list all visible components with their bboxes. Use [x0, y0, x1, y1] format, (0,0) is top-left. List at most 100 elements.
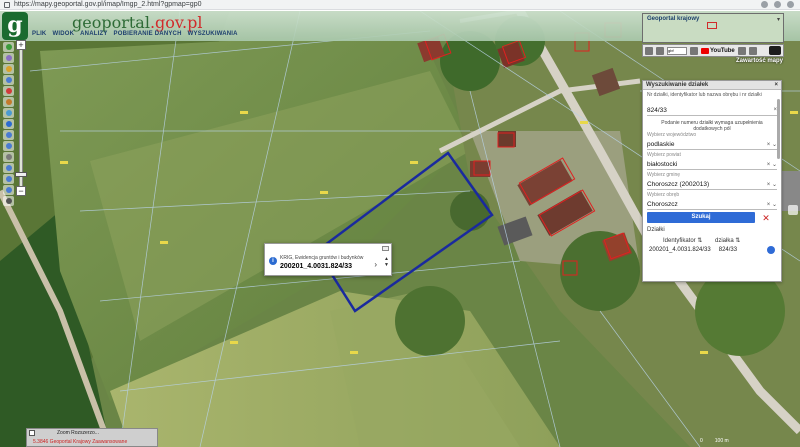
county-value: białostocki [647, 160, 678, 168]
layers-icon-glyph [5, 55, 12, 61]
zoom-in-icon-glyph [5, 132, 12, 138]
settings-icon[interactable] [737, 46, 746, 55]
url-text[interactable]: https://mapy.geoportal.gov.pl/imap/Imgp_… [14, 1, 202, 8]
zoom-in-icon[interactable] [3, 130, 14, 140]
zoom-to-result-icon[interactable] [767, 246, 775, 254]
search-button[interactable]: Szukaj [647, 212, 755, 223]
back-icon[interactable] [3, 163, 14, 173]
search-hint: Nr działki, identyfikator lub nazwa obrę… [647, 92, 762, 98]
menu-item-search[interactable]: WYSZUKIWANIA [188, 31, 238, 37]
legend-icon[interactable] [3, 64, 14, 74]
flag-icon-glyph [5, 88, 12, 94]
print-icon-glyph [5, 77, 12, 83]
zoom-slider[interactable] [19, 47, 23, 187]
zoom-out-button[interactable]: − [16, 186, 26, 196]
youtube-link[interactable]: YouTube [701, 47, 735, 54]
menu-item-download[interactable]: POBIERANIE DANYCH [114, 31, 182, 37]
commune-select[interactable]: Choroszcz (2002013) × ⌄ [647, 179, 777, 190]
plot-query-input[interactable]: 824/33 × [647, 105, 777, 116]
voivodeship-select[interactable]: podlaskie × ⌄ [647, 139, 777, 150]
plot-query-value: 824/33 [647, 106, 667, 114]
overview-minimap[interactable]: Geoportal krajowy ▾ [642, 13, 784, 43]
chevron-down-icon[interactable]: ▼ [384, 262, 389, 268]
select-controls-icon[interactable]: × ⌄ [767, 141, 777, 148]
forward-icon[interactable] [3, 174, 14, 184]
youtube-label: YouTube [710, 47, 735, 54]
select-controls-icon[interactable]: × ⌄ [767, 161, 777, 168]
precinct-select[interactable]: Choroszcz × ⌄ [647, 199, 777, 210]
clear-form-button[interactable]: ✕ [761, 213, 771, 223]
geoportal-logo-icon[interactable]: g [2, 12, 28, 40]
layers-icon[interactable] [3, 53, 14, 63]
result-row[interactable]: 200201_4.0031.824/33 824/33 [643, 246, 781, 254]
validation-message: Podanie numeru działki wymaga uzupełnien… [661, 120, 763, 132]
measure-icon-glyph [5, 110, 12, 116]
browser-address-bar[interactable]: https://mapy.geoportal.gov.pl/imap/Imgp_… [0, 0, 800, 10]
locate-icon[interactable] [3, 196, 14, 206]
col-plot[interactable]: działka ⇅ [715, 237, 740, 244]
print-icon[interactable] [3, 75, 14, 85]
info-icon[interactable] [3, 119, 14, 129]
flag-icon[interactable] [3, 86, 14, 96]
panel-title: Wyszukiwanie działek [646, 82, 709, 88]
sort-icon: ⇅ [735, 237, 741, 244]
status-line-2: 5.3846 Geoportal Krajowy Zaawansowane [33, 439, 128, 445]
results-header: Identyfikator ⇅ działka ⇅ [643, 234, 781, 246]
menu-item-view[interactable]: WIDOK [52, 31, 74, 37]
measure-icon[interactable] [3, 108, 14, 118]
draw-icon-glyph [5, 99, 12, 105]
share-icon[interactable] [690, 46, 698, 55]
minimap-collapse-icon[interactable]: ▾ [777, 16, 780, 23]
eye-icon[interactable] [769, 46, 781, 55]
col-identifier[interactable]: Identyfikator ⇅ [649, 237, 705, 244]
toggle-icon[interactable] [29, 430, 35, 436]
back-icon-glyph [5, 165, 12, 171]
map-contents-link[interactable]: Zawartość mapy [736, 58, 783, 64]
minimap-extent-frame [707, 22, 717, 29]
popup-nav: ▲ ▼ [384, 256, 389, 268]
basemap-select[interactable]: gbf [667, 46, 687, 55]
results-title: Działki [647, 227, 665, 233]
col-plot-label: działka [715, 237, 734, 244]
precinct-label: Wybierz obręb [647, 192, 680, 198]
extension-icon[interactable] [761, 1, 768, 8]
panel-close-button[interactable]: × [774, 81, 778, 90]
popup-plot-id[interactable]: 200201_4.0031.824/33 [280, 263, 352, 270]
extension-icon[interactable] [774, 1, 781, 8]
minimap-toolbar: gbf YouTube [642, 44, 784, 57]
status-box[interactable]: Zoom Rozszerzo... 5.3846 Geoportal Krajo… [26, 428, 158, 447]
fullscreen-icon-glyph [5, 187, 12, 193]
fullscreen-icon[interactable] [3, 185, 14, 195]
clear-query-icon[interactable]: × [773, 107, 777, 113]
profile-icon[interactable] [787, 1, 794, 8]
print-icon[interactable] [645, 46, 653, 55]
map-control-icon[interactable] [788, 205, 798, 215]
zoom-out-icon[interactable] [3, 141, 14, 151]
plot-search-panel: Wyszukiwanie działek × Nr działki, ident… [642, 80, 782, 282]
zoom-in-button[interactable]: + [16, 40, 26, 50]
menu-item-analysis[interactable]: ANALIZY [80, 31, 107, 37]
chevron-right-icon[interactable]: › [374, 260, 377, 269]
scale-start: 0 [700, 438, 703, 444]
panel-scrollbar[interactable] [777, 99, 780, 159]
info-icon-glyph [5, 121, 12, 127]
user-icon[interactable] [748, 46, 757, 55]
status-line-1: Zoom Rozszerzo... [57, 430, 99, 436]
home-icon-glyph [5, 44, 12, 50]
geoportal-logo-text[interactable]: geoportal.gov.pl [72, 13, 203, 32]
plot-info-popup[interactable]: i KRIG, Ewidencja gruntów i budynków 200… [264, 243, 392, 276]
pan-icon[interactable] [3, 152, 14, 162]
lock-icon [4, 1, 10, 8]
pin-icon[interactable] [656, 46, 664, 55]
draw-icon[interactable] [3, 97, 14, 107]
menu-item-file[interactable]: PLIK [32, 31, 46, 37]
col-identifier-label: Identyfikator [663, 237, 696, 244]
logo-word-main: geoportal [72, 13, 150, 32]
select-controls-icon[interactable]: × ⌄ [767, 181, 777, 188]
home-icon[interactable] [3, 42, 14, 52]
main-menu: PLIK WIDOK ANALIZY POBIERANIE DANYCH WYS… [32, 31, 238, 37]
zoom-slider-handle[interactable] [15, 172, 27, 177]
popup-close-button[interactable] [382, 246, 389, 251]
select-controls-icon[interactable]: × ⌄ [767, 201, 777, 208]
county-select[interactable]: białostocki × ⌄ [647, 159, 777, 170]
